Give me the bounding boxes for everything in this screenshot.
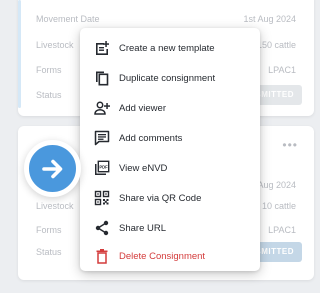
menu-item-label: Share via QR Code: [119, 192, 202, 204]
person-add-icon: [93, 99, 111, 117]
menu-item-label: Duplicate consignment: [119, 72, 216, 84]
movement-date-value: 1st Aug 2024: [243, 14, 296, 24]
post-add-icon: [93, 39, 111, 57]
movement-date-label: Movement Date: [36, 14, 100, 24]
menu-item-label: Add viewer: [119, 102, 166, 114]
menu-item-delete[interactable]: Delete Consignment: [80, 241, 260, 271]
menu-item-create-template[interactable]: Create a new template: [80, 33, 260, 63]
menu-item-duplicate[interactable]: Duplicate consignment: [80, 63, 260, 93]
consignment-actions-menu: Create a new template Duplicate consignm…: [80, 28, 260, 271]
share-icon: [93, 219, 111, 237]
menu-item-add-viewer[interactable]: Add viewer: [80, 93, 260, 123]
card-accent-bar: [18, 0, 21, 108]
comment-icon: [93, 129, 111, 147]
menu-item-label: Create a new template: [119, 42, 215, 54]
livestock-label: Livestock: [36, 201, 74, 211]
more-options-icon[interactable]: •••: [282, 138, 298, 152]
menu-item-label: View eNVD: [119, 162, 168, 174]
pdf-icon: PDF: [93, 159, 111, 177]
status-label: Status: [36, 247, 62, 257]
forms-label: Forms: [36, 65, 62, 75]
arrow-right-icon: [24, 140, 81, 197]
qr-code-icon: [93, 189, 111, 207]
forms-label: Forms: [36, 225, 62, 235]
menu-item-label: Share URL: [119, 222, 166, 234]
delete-icon: [93, 247, 111, 265]
menu-item-share-qr[interactable]: Share via QR Code: [80, 183, 260, 213]
pdf-icon-text: PDF: [99, 164, 108, 169]
menu-item-label: Delete Consignment: [119, 250, 206, 262]
copy-icon: [93, 69, 111, 87]
menu-item-share-url[interactable]: Share URL: [80, 213, 260, 243]
menu-item-add-comments[interactable]: Add comments: [80, 123, 260, 153]
status-label: Status: [36, 90, 62, 100]
livestock-label: Livestock: [36, 40, 74, 50]
menu-item-label: Add comments: [119, 132, 183, 144]
menu-item-view-envd[interactable]: PDF View eNVD: [80, 153, 260, 183]
